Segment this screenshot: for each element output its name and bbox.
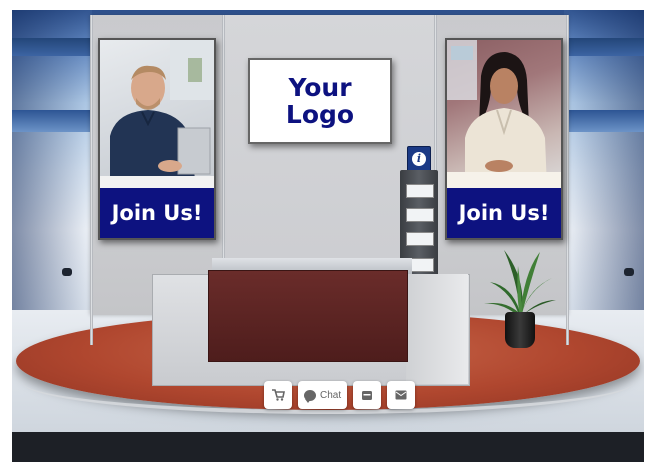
join-us-caption-left: Join Us! <box>100 188 214 238</box>
logo-text-line-2: Logo <box>285 100 355 129</box>
potted-plant-icon <box>484 250 556 318</box>
poster-right-photo <box>447 40 561 188</box>
brochure[interactable] <box>406 208 434 222</box>
speaker-left <box>62 268 72 276</box>
counter-front-panel <box>208 270 408 362</box>
woman-at-desk-image <box>447 40 561 188</box>
logo-text-line-1: Your <box>288 73 352 102</box>
poster-left-photo <box>100 40 214 188</box>
calendar-icon <box>362 391 373 400</box>
brochure[interactable] <box>406 232 434 246</box>
bottom-bar <box>12 432 644 462</box>
info-button[interactable]: i <box>407 146 431 172</box>
logo-placeholder[interactable]: Your Logo <box>248 58 392 144</box>
chat-button[interactable]: Chat <box>298 381 348 409</box>
man-at-laptop-image <box>100 40 214 188</box>
shop-button[interactable] <box>264 381 292 409</box>
poster-right[interactable]: Join Us! <box>445 38 563 240</box>
join-us-caption-right: Join Us! <box>447 188 561 238</box>
calendar-button[interactable] <box>353 381 382 409</box>
mail-button[interactable] <box>387 381 416 409</box>
booth-pole <box>566 15 569 345</box>
speaker-right <box>624 268 634 276</box>
plant-pot <box>505 312 535 348</box>
poster-left[interactable]: Join Us! <box>98 38 216 240</box>
mail-icon <box>395 390 407 400</box>
chat-button-label: Chat <box>320 389 342 401</box>
cart-icon <box>271 389 285 401</box>
counter-side-panel <box>406 274 468 384</box>
booth-scene: Join Us! Your Logo i Join Us! Chat <box>12 10 644 432</box>
info-icon: i <box>412 152 426 166</box>
booth-pole <box>90 15 93 345</box>
chat-icon <box>304 389 316 403</box>
brochure[interactable] <box>406 184 434 198</box>
booth-action-toolbar: Chat <box>264 380 416 410</box>
